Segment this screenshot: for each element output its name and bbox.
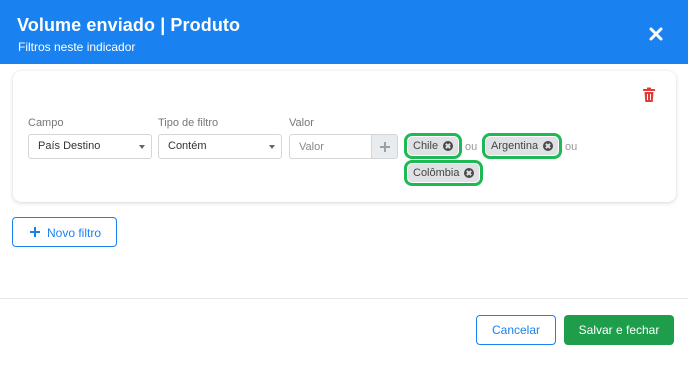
chevron-down-icon [139, 145, 145, 149]
filter-card: Campo Tipo de filtro Valor País Destino … [13, 71, 676, 202]
plus-icon [30, 227, 40, 237]
novo-filtro-label: Novo filtro [47, 226, 102, 240]
modal-subtitle: Filtros neste indicador [18, 40, 136, 54]
value-tag-chile: Chile [404, 133, 463, 159]
campo-label: Campo [28, 117, 64, 129]
save-and-close-button[interactable]: Salvar e fechar [564, 315, 674, 345]
tag-label: Colômbia [413, 167, 460, 179]
tag-label: Chile [413, 140, 439, 152]
close-icon[interactable] [648, 26, 664, 42]
footer-divider [0, 298, 688, 299]
remove-tag-icon[interactable] [464, 168, 475, 178]
campo-select-value: País Destino [38, 140, 101, 152]
tipo-filtro-select-value: Contém [168, 140, 207, 152]
novo-filtro-button[interactable]: Novo filtro [12, 217, 117, 247]
tipo-filtro-label: Tipo de filtro [158, 117, 219, 129]
value-tag-colombia: Colômbia [404, 160, 484, 186]
remove-tag-icon[interactable] [543, 141, 554, 151]
add-value-button[interactable] [371, 134, 398, 159]
trash-icon[interactable] [642, 87, 656, 103]
tag-label: Argentina [491, 140, 539, 152]
modal-title: Volume enviado | Produto [17, 15, 241, 35]
chevron-down-icon [269, 145, 275, 149]
value-tag-argentina: Argentina [482, 133, 563, 159]
remove-tag-icon[interactable] [443, 141, 454, 151]
tipo-filtro-select[interactable]: Contém [158, 134, 282, 159]
or-separator: ou [565, 141, 578, 153]
campo-select[interactable]: País Destino [28, 134, 152, 159]
cancel-button[interactable]: Cancelar [476, 315, 556, 345]
valor-label: Valor [289, 117, 314, 129]
or-separator: ou [465, 141, 478, 153]
modal-header: Volume enviado | Produto Filtros neste i… [0, 0, 688, 64]
valor-input[interactable] [289, 134, 371, 159]
